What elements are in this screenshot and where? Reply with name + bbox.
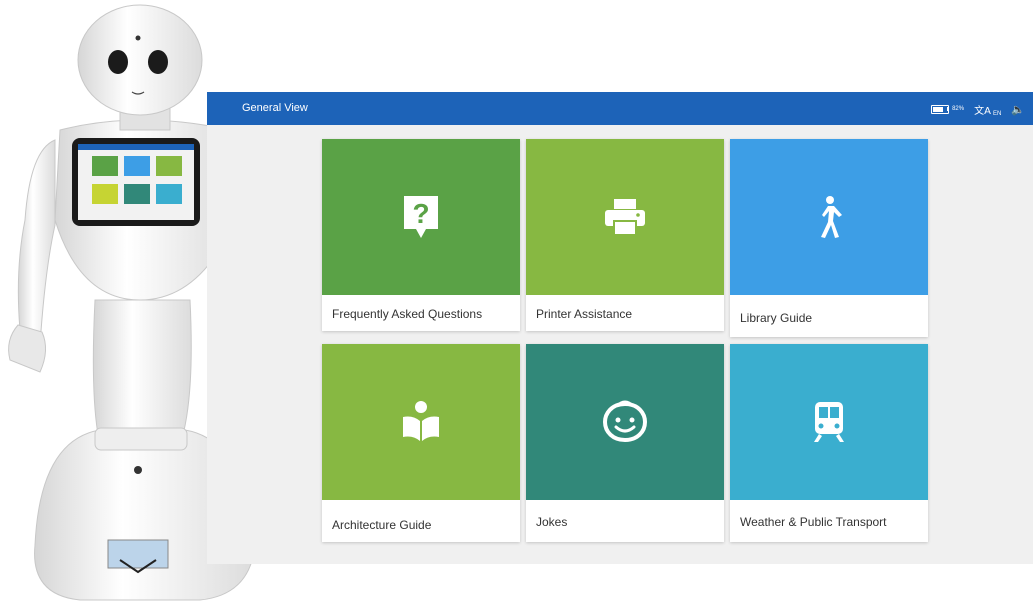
- tile-color-panel: [322, 344, 520, 500]
- tile-frequently-asked-questions[interactable]: ? Frequently Asked Questions: [322, 139, 520, 331]
- tile-label: Jokes: [536, 515, 568, 529]
- printer-icon: [605, 199, 645, 236]
- tile-label: Printer Assistance: [536, 307, 633, 321]
- tile-label: Weather & Public Transport: [740, 515, 887, 529]
- tile-color-panel: ?: [322, 139, 520, 295]
- language-code: EN: [992, 110, 1002, 117]
- tile-color-panel: [730, 139, 928, 295]
- page-title: General View: [242, 102, 308, 114]
- volume-icon[interactable]: 🔈: [1011, 103, 1025, 116]
- tile-weather-public-transport[interactable]: Weather & Public Transport: [730, 344, 928, 542]
- train-icon: [814, 402, 844, 442]
- walking-person-icon: [821, 196, 842, 238]
- battery-icon: [931, 104, 950, 114]
- question-bubble-icon: ?: [404, 196, 438, 238]
- svg-text:?: ?: [412, 198, 429, 229]
- reading-person-icon: [403, 401, 439, 441]
- battery-indicator: 82%: [931, 104, 965, 114]
- smiley-face-icon: [602, 400, 648, 443]
- battery-percent: 82%: [952, 106, 965, 112]
- tablet-screen: General View 82% 文A EN 🔈 ? Frequently As…: [207, 92, 1033, 564]
- tile-printer-assistance[interactable]: Printer Assistance: [526, 139, 724, 331]
- language-button[interactable]: 文A EN: [974, 102, 1001, 117]
- tile-library-guide[interactable]: Library Guide: [730, 139, 928, 337]
- tile-label: Library Guide: [740, 311, 813, 325]
- tile-jokes[interactable]: Jokes: [526, 344, 724, 542]
- status-area: 82% 文A EN 🔈: [931, 100, 1025, 118]
- tile-color-panel: [526, 344, 724, 500]
- translate-icon: 文A: [974, 105, 991, 117]
- tile-architecture-guide[interactable]: Architecture Guide: [322, 344, 520, 542]
- top-bar: General View 82% 文A EN 🔈: [207, 92, 1033, 125]
- tile-color-panel: [526, 139, 724, 295]
- tile-label: Frequently Asked Questions: [332, 307, 483, 321]
- tile-color-panel: [730, 344, 928, 500]
- tile-label: Architecture Guide: [332, 518, 432, 532]
